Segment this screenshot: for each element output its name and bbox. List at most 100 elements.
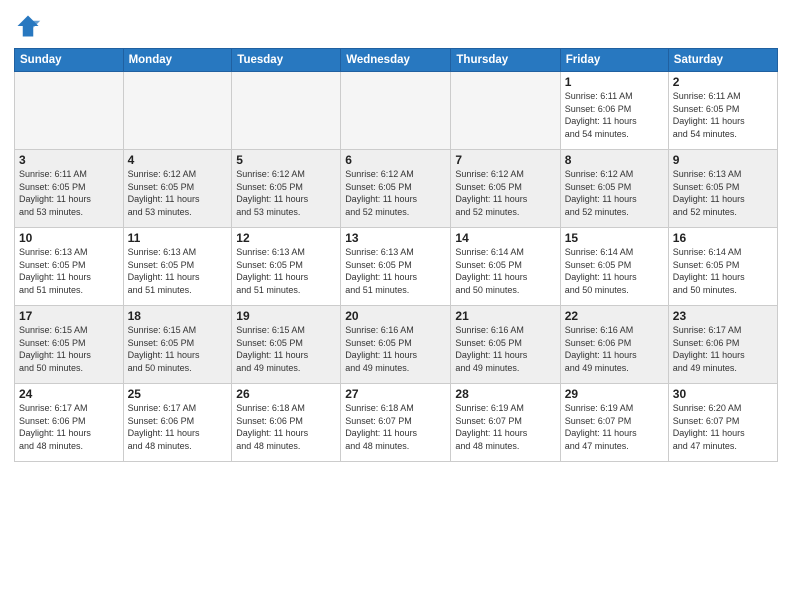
weekday-header: Friday (560, 49, 668, 72)
day-number: 25 (128, 387, 228, 401)
calendar-cell: 18Sunrise: 6:15 AM Sunset: 6:05 PM Dayli… (123, 306, 232, 384)
calendar-cell: 28Sunrise: 6:19 AM Sunset: 6:07 PM Dayli… (451, 384, 560, 462)
day-info: Sunrise: 6:18 AM Sunset: 6:06 PM Dayligh… (236, 402, 336, 452)
header (14, 12, 778, 40)
calendar-cell (232, 72, 341, 150)
day-number: 30 (673, 387, 773, 401)
day-number: 5 (236, 153, 336, 167)
day-info: Sunrise: 6:14 AM Sunset: 6:05 PM Dayligh… (673, 246, 773, 296)
day-number: 8 (565, 153, 664, 167)
calendar-cell: 6Sunrise: 6:12 AM Sunset: 6:05 PM Daylig… (341, 150, 451, 228)
calendar-cell: 3Sunrise: 6:11 AM Sunset: 6:05 PM Daylig… (15, 150, 124, 228)
weekday-header-row: SundayMondayTuesdayWednesdayThursdayFrid… (15, 49, 778, 72)
day-number: 10 (19, 231, 119, 245)
day-info: Sunrise: 6:13 AM Sunset: 6:05 PM Dayligh… (236, 246, 336, 296)
day-info: Sunrise: 6:13 AM Sunset: 6:05 PM Dayligh… (128, 246, 228, 296)
day-info: Sunrise: 6:17 AM Sunset: 6:06 PM Dayligh… (19, 402, 119, 452)
calendar-cell: 16Sunrise: 6:14 AM Sunset: 6:05 PM Dayli… (668, 228, 777, 306)
calendar-cell: 23Sunrise: 6:17 AM Sunset: 6:06 PM Dayli… (668, 306, 777, 384)
weekday-header: Saturday (668, 49, 777, 72)
day-number: 23 (673, 309, 773, 323)
day-number: 29 (565, 387, 664, 401)
day-number: 4 (128, 153, 228, 167)
day-number: 13 (345, 231, 446, 245)
day-info: Sunrise: 6:15 AM Sunset: 6:05 PM Dayligh… (236, 324, 336, 374)
day-number: 24 (19, 387, 119, 401)
day-number: 17 (19, 309, 119, 323)
day-number: 6 (345, 153, 446, 167)
day-number: 9 (673, 153, 773, 167)
weekday-header: Wednesday (341, 49, 451, 72)
calendar-cell: 14Sunrise: 6:14 AM Sunset: 6:05 PM Dayli… (451, 228, 560, 306)
day-info: Sunrise: 6:16 AM Sunset: 6:05 PM Dayligh… (455, 324, 555, 374)
calendar-cell: 25Sunrise: 6:17 AM Sunset: 6:06 PM Dayli… (123, 384, 232, 462)
day-number: 26 (236, 387, 336, 401)
day-info: Sunrise: 6:11 AM Sunset: 6:06 PM Dayligh… (565, 90, 664, 140)
day-info: Sunrise: 6:12 AM Sunset: 6:05 PM Dayligh… (565, 168, 664, 218)
day-info: Sunrise: 6:17 AM Sunset: 6:06 PM Dayligh… (673, 324, 773, 374)
page: SundayMondayTuesdayWednesdayThursdayFrid… (0, 0, 792, 612)
day-info: Sunrise: 6:15 AM Sunset: 6:05 PM Dayligh… (19, 324, 119, 374)
day-number: 22 (565, 309, 664, 323)
weekday-header: Monday (123, 49, 232, 72)
day-info: Sunrise: 6:20 AM Sunset: 6:07 PM Dayligh… (673, 402, 773, 452)
day-number: 7 (455, 153, 555, 167)
day-info: Sunrise: 6:13 AM Sunset: 6:05 PM Dayligh… (19, 246, 119, 296)
day-info: Sunrise: 6:12 AM Sunset: 6:05 PM Dayligh… (455, 168, 555, 218)
day-info: Sunrise: 6:14 AM Sunset: 6:05 PM Dayligh… (565, 246, 664, 296)
day-number: 18 (128, 309, 228, 323)
calendar-cell: 22Sunrise: 6:16 AM Sunset: 6:06 PM Dayli… (560, 306, 668, 384)
weekday-header: Sunday (15, 49, 124, 72)
weekday-header: Thursday (451, 49, 560, 72)
calendar-cell: 20Sunrise: 6:16 AM Sunset: 6:05 PM Dayli… (341, 306, 451, 384)
day-number: 19 (236, 309, 336, 323)
day-info: Sunrise: 6:11 AM Sunset: 6:05 PM Dayligh… (19, 168, 119, 218)
calendar-cell: 7Sunrise: 6:12 AM Sunset: 6:05 PM Daylig… (451, 150, 560, 228)
calendar-cell: 1Sunrise: 6:11 AM Sunset: 6:06 PM Daylig… (560, 72, 668, 150)
day-number: 14 (455, 231, 555, 245)
calendar-cell (451, 72, 560, 150)
day-info: Sunrise: 6:16 AM Sunset: 6:06 PM Dayligh… (565, 324, 664, 374)
calendar-week-row: 1Sunrise: 6:11 AM Sunset: 6:06 PM Daylig… (15, 72, 778, 150)
day-number: 3 (19, 153, 119, 167)
logo (14, 12, 46, 40)
calendar-cell: 2Sunrise: 6:11 AM Sunset: 6:05 PM Daylig… (668, 72, 777, 150)
day-info: Sunrise: 6:12 AM Sunset: 6:05 PM Dayligh… (128, 168, 228, 218)
calendar-cell: 13Sunrise: 6:13 AM Sunset: 6:05 PM Dayli… (341, 228, 451, 306)
calendar-cell: 17Sunrise: 6:15 AM Sunset: 6:05 PM Dayli… (15, 306, 124, 384)
day-number: 12 (236, 231, 336, 245)
calendar-cell: 15Sunrise: 6:14 AM Sunset: 6:05 PM Dayli… (560, 228, 668, 306)
calendar-week-row: 17Sunrise: 6:15 AM Sunset: 6:05 PM Dayli… (15, 306, 778, 384)
calendar-cell: 11Sunrise: 6:13 AM Sunset: 6:05 PM Dayli… (123, 228, 232, 306)
calendar-table: SundayMondayTuesdayWednesdayThursdayFrid… (14, 48, 778, 462)
calendar-week-row: 24Sunrise: 6:17 AM Sunset: 6:06 PM Dayli… (15, 384, 778, 462)
day-info: Sunrise: 6:17 AM Sunset: 6:06 PM Dayligh… (128, 402, 228, 452)
day-number: 21 (455, 309, 555, 323)
calendar-week-row: 10Sunrise: 6:13 AM Sunset: 6:05 PM Dayli… (15, 228, 778, 306)
day-number: 27 (345, 387, 446, 401)
calendar-cell: 21Sunrise: 6:16 AM Sunset: 6:05 PM Dayli… (451, 306, 560, 384)
day-number: 15 (565, 231, 664, 245)
day-info: Sunrise: 6:14 AM Sunset: 6:05 PM Dayligh… (455, 246, 555, 296)
calendar-cell: 8Sunrise: 6:12 AM Sunset: 6:05 PM Daylig… (560, 150, 668, 228)
day-info: Sunrise: 6:16 AM Sunset: 6:05 PM Dayligh… (345, 324, 446, 374)
calendar-cell: 12Sunrise: 6:13 AM Sunset: 6:05 PM Dayli… (232, 228, 341, 306)
calendar-cell: 29Sunrise: 6:19 AM Sunset: 6:07 PM Dayli… (560, 384, 668, 462)
day-number: 16 (673, 231, 773, 245)
calendar-cell: 26Sunrise: 6:18 AM Sunset: 6:06 PM Dayli… (232, 384, 341, 462)
day-info: Sunrise: 6:19 AM Sunset: 6:07 PM Dayligh… (455, 402, 555, 452)
day-number: 11 (128, 231, 228, 245)
day-info: Sunrise: 6:18 AM Sunset: 6:07 PM Dayligh… (345, 402, 446, 452)
weekday-header: Tuesday (232, 49, 341, 72)
calendar-cell (15, 72, 124, 150)
day-number: 28 (455, 387, 555, 401)
calendar-cell: 30Sunrise: 6:20 AM Sunset: 6:07 PM Dayli… (668, 384, 777, 462)
day-info: Sunrise: 6:12 AM Sunset: 6:05 PM Dayligh… (236, 168, 336, 218)
day-number: 1 (565, 75, 664, 89)
calendar-cell: 9Sunrise: 6:13 AM Sunset: 6:05 PM Daylig… (668, 150, 777, 228)
day-info: Sunrise: 6:13 AM Sunset: 6:05 PM Dayligh… (345, 246, 446, 296)
calendar-cell: 27Sunrise: 6:18 AM Sunset: 6:07 PM Dayli… (341, 384, 451, 462)
calendar-cell: 5Sunrise: 6:12 AM Sunset: 6:05 PM Daylig… (232, 150, 341, 228)
logo-icon (14, 12, 42, 40)
day-number: 2 (673, 75, 773, 89)
